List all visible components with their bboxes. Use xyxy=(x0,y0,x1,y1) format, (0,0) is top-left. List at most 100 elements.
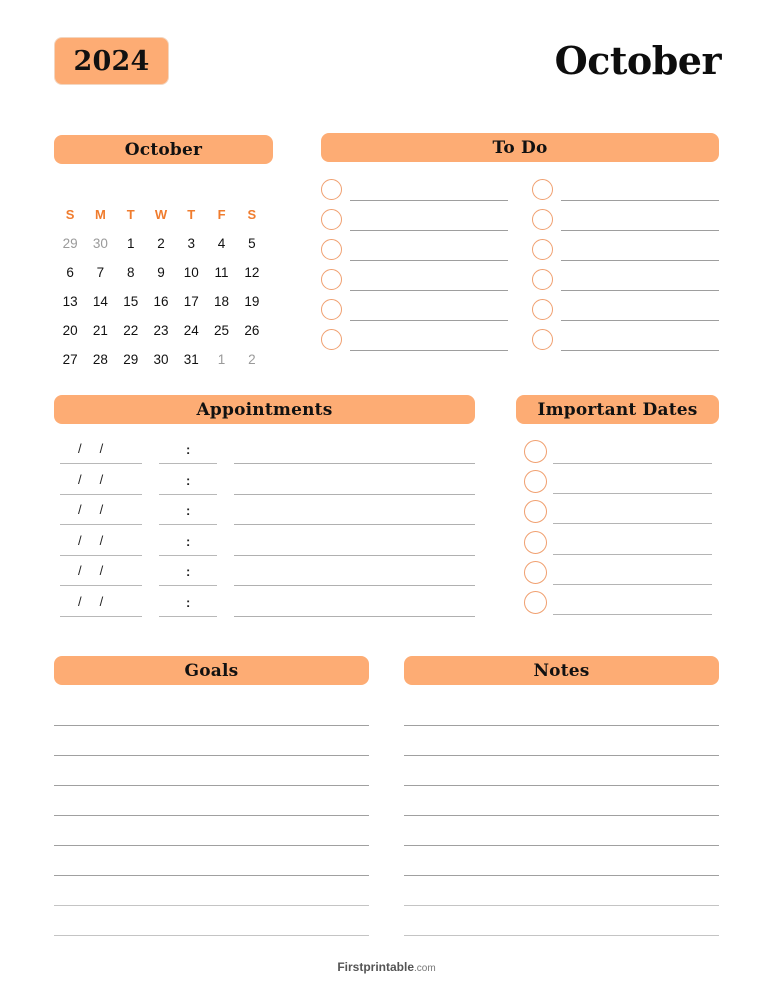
calendar-day[interactable]: 12 xyxy=(237,265,267,280)
todo-line[interactable] xyxy=(561,290,719,291)
calendar-day[interactable]: 20 xyxy=(55,323,85,338)
goals-line[interactable] xyxy=(54,725,369,726)
appointment-date-field[interactable] xyxy=(60,585,142,586)
appointment-date-field[interactable] xyxy=(60,615,142,617)
todo-line[interactable] xyxy=(561,350,719,351)
notes-line[interactable] xyxy=(404,725,719,726)
important-date-checkbox-icon[interactable] xyxy=(524,500,547,524)
calendar-day[interactable]: 6 xyxy=(55,265,85,280)
appointment-description-field[interactable] xyxy=(234,615,475,617)
notes-line[interactable] xyxy=(404,875,719,876)
goals-line[interactable] xyxy=(54,785,369,786)
appointment-time-field[interactable] xyxy=(159,585,217,586)
appointment-time-field[interactable] xyxy=(159,554,217,556)
calendar-day[interactable]: 8 xyxy=(116,265,146,280)
todo-checkbox-icon[interactable] xyxy=(321,209,342,230)
important-date-checkbox-icon[interactable] xyxy=(524,440,547,463)
important-date-line[interactable] xyxy=(553,553,712,555)
calendar-day[interactable]: 17 xyxy=(176,294,206,309)
todo-line[interactable] xyxy=(350,200,508,201)
important-date-line[interactable] xyxy=(553,463,712,464)
calendar-day[interactable]: 22 xyxy=(116,323,146,338)
calendar-day[interactable]: 2 xyxy=(237,352,267,367)
goals-line[interactable] xyxy=(54,875,369,876)
appointment-date-field[interactable] xyxy=(60,463,142,464)
important-date-checkbox-icon[interactable] xyxy=(524,591,547,614)
todo-checkbox-icon[interactable] xyxy=(532,329,553,350)
todo-line[interactable] xyxy=(561,200,719,201)
appointment-date-field[interactable] xyxy=(60,524,142,525)
calendar-day[interactable]: 24 xyxy=(176,323,206,338)
important-date-checkbox-icon[interactable] xyxy=(524,530,547,554)
calendar-day[interactable]: 4 xyxy=(206,236,236,251)
appointment-description-field[interactable] xyxy=(234,463,475,464)
calendar-day[interactable]: 7 xyxy=(85,265,115,280)
appointment-description-field[interactable] xyxy=(234,524,475,525)
calendar-day[interactable]: 16 xyxy=(146,294,176,309)
goals-line[interactable] xyxy=(54,935,369,936)
notes-line[interactable] xyxy=(404,905,719,906)
calendar-day[interactable]: 15 xyxy=(116,294,146,309)
appointment-description-field[interactable] xyxy=(234,585,475,586)
todo-checkbox-icon[interactable] xyxy=(532,269,553,290)
goals-line[interactable] xyxy=(54,905,369,906)
calendar-day[interactable]: 10 xyxy=(176,265,206,280)
notes-line[interactable] xyxy=(404,935,719,936)
goals-line[interactable] xyxy=(54,755,369,756)
appointment-description-field[interactable] xyxy=(234,493,475,495)
todo-checkbox-icon[interactable] xyxy=(321,239,342,260)
appointment-time-field[interactable] xyxy=(159,615,217,617)
calendar-day[interactable]: 25 xyxy=(206,323,236,338)
todo-line[interactable] xyxy=(350,350,508,351)
goals-line[interactable] xyxy=(54,815,369,816)
todo-checkbox-icon[interactable] xyxy=(321,269,342,290)
appointment-date-field[interactable] xyxy=(60,493,142,495)
appointment-date-field[interactable] xyxy=(60,554,142,556)
appointment-time-field[interactable] xyxy=(159,463,217,464)
calendar-day[interactable]: 27 xyxy=(55,352,85,367)
important-date-line[interactable] xyxy=(553,583,712,585)
todo-checkbox-icon[interactable] xyxy=(321,329,342,350)
todo-checkbox-icon[interactable] xyxy=(321,179,342,200)
calendar-day[interactable]: 1 xyxy=(116,236,146,251)
important-date-line[interactable] xyxy=(553,493,712,495)
notes-line[interactable] xyxy=(404,815,719,816)
important-date-checkbox-icon[interactable] xyxy=(524,560,547,584)
calendar-day[interactable]: 30 xyxy=(85,236,115,251)
appointment-time-field[interactable] xyxy=(159,524,217,525)
todo-checkbox-icon[interactable] xyxy=(532,179,553,200)
important-date-checkbox-icon[interactable] xyxy=(524,470,547,494)
calendar-day[interactable]: 1 xyxy=(206,352,236,367)
calendar-day[interactable]: 13 xyxy=(55,294,85,309)
todo-line[interactable] xyxy=(561,260,719,261)
appointment-time-field[interactable] xyxy=(159,493,217,495)
calendar-day[interactable]: 31 xyxy=(176,352,206,367)
calendar-day[interactable]: 26 xyxy=(237,323,267,338)
calendar-day[interactable]: 28 xyxy=(85,352,115,367)
todo-line[interactable] xyxy=(350,320,508,321)
todo-line[interactable] xyxy=(350,260,508,261)
todo-line[interactable] xyxy=(350,230,508,231)
calendar-day[interactable]: 11 xyxy=(206,265,236,280)
calendar-day[interactable]: 29 xyxy=(55,236,85,251)
todo-line[interactable] xyxy=(350,290,508,291)
calendar-day[interactable]: 5 xyxy=(237,236,267,251)
calendar-day[interactable]: 23 xyxy=(146,323,176,338)
calendar-day[interactable]: 19 xyxy=(237,294,267,309)
appointment-description-field[interactable] xyxy=(234,554,475,556)
notes-line[interactable] xyxy=(404,755,719,756)
calendar-day[interactable]: 14 xyxy=(85,294,115,309)
notes-line[interactable] xyxy=(404,845,719,846)
calendar-day[interactable]: 18 xyxy=(206,294,236,309)
todo-line[interactable] xyxy=(561,320,719,321)
important-date-line[interactable] xyxy=(553,614,712,615)
goals-line[interactable] xyxy=(54,845,369,846)
todo-checkbox-icon[interactable] xyxy=(532,239,553,260)
notes-line[interactable] xyxy=(404,785,719,786)
todo-checkbox-icon[interactable] xyxy=(321,299,342,320)
todo-checkbox-icon[interactable] xyxy=(532,299,553,320)
calendar-day[interactable]: 30 xyxy=(146,352,176,367)
calendar-day[interactable]: 9 xyxy=(146,265,176,280)
calendar-day[interactable]: 21 xyxy=(85,323,115,338)
calendar-day[interactable]: 29 xyxy=(116,352,146,367)
